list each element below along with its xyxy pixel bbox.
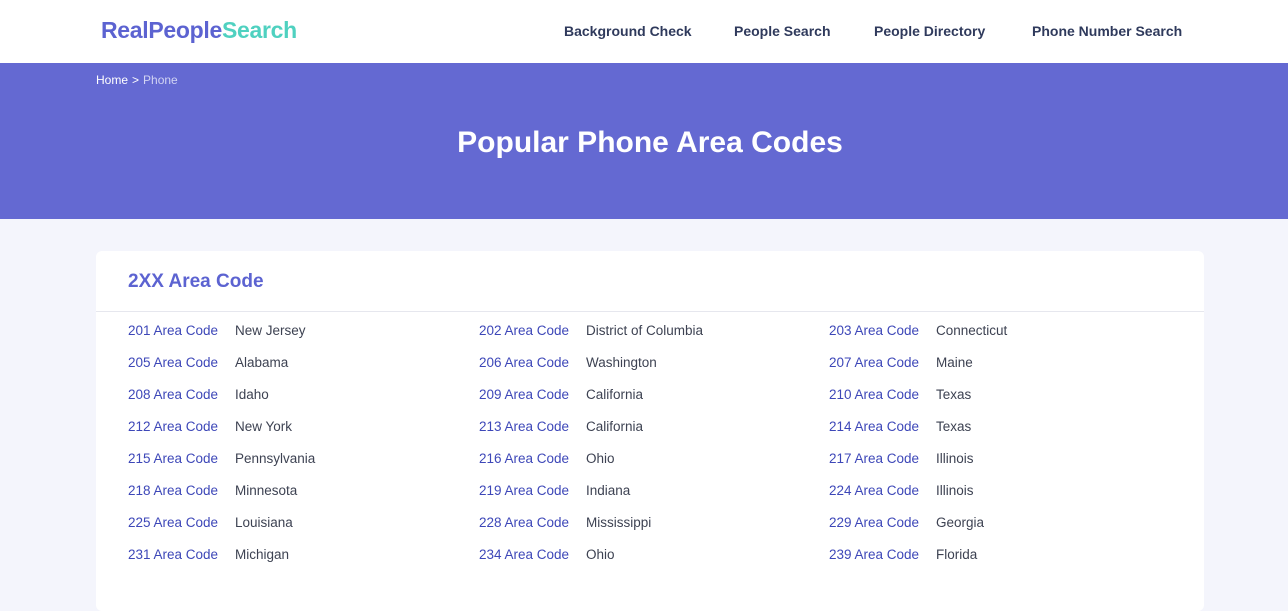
- area-code-state: Mississippi: [586, 515, 652, 530]
- area-code-entry: 203 Area Code Connecticut: [829, 320, 1007, 342]
- area-code-entry: 225 Area Code Louisiana: [128, 512, 293, 534]
- section-header: 2XX Area Code: [96, 251, 1204, 312]
- area-code-entry: 206 Area Code Washington: [479, 352, 657, 374]
- area-code-state: Texas: [936, 387, 972, 402]
- area-code-link[interactable]: 229 Area Code: [829, 515, 919, 530]
- area-code-section-card: 2XX Area Code 201 Area Code New Jersey 202…: [96, 251, 1204, 611]
- breadcrumb-home-link[interactable]: Home: [96, 73, 128, 87]
- area-code-entry: 213 Area Code California: [479, 416, 643, 438]
- logo-text-accent: Search: [222, 17, 297, 43]
- area-code-state: Ohio: [586, 451, 615, 466]
- area-code-entry: 205 Area Code Alabama: [128, 352, 288, 374]
- area-code-entry: 228 Area Code Mississippi: [479, 512, 651, 534]
- nav-background-check[interactable]: Background Check: [564, 21, 692, 41]
- page-title: Popular Phone Area Codes: [457, 126, 843, 159]
- area-code-state: Ohio: [586, 547, 615, 562]
- area-code-link[interactable]: 207 Area Code: [829, 355, 919, 370]
- area-code-link[interactable]: 224 Area Code: [829, 483, 919, 498]
- area-code-link[interactable]: 206 Area Code: [479, 355, 569, 370]
- area-code-link[interactable]: 209 Area Code: [479, 387, 569, 402]
- area-code-state: Minnesota: [235, 483, 298, 498]
- area-code-entry: 214 Area Code Texas: [829, 416, 971, 438]
- area-code-state: Louisiana: [235, 515, 293, 530]
- area-code-entry: 217 Area Code Illinois: [829, 448, 974, 470]
- area-code-link[interactable]: 225 Area Code: [128, 515, 218, 530]
- area-code-entry: 224 Area Code Illinois: [829, 480, 974, 502]
- area-code-link[interactable]: 215 Area Code: [128, 451, 218, 466]
- area-code-link[interactable]: 201 Area Code: [128, 323, 218, 338]
- nav-people-search[interactable]: People Search: [734, 21, 831, 41]
- area-code-entry: 212 Area Code New York: [128, 416, 292, 438]
- area-code-entry: 208 Area Code Idaho: [128, 384, 269, 406]
- breadcrumb: Home > Phone: [96, 72, 178, 88]
- nav-phone-number-search[interactable]: Phone Number Search: [1032, 21, 1182, 41]
- area-code-entry: 231 Area Code Michigan: [128, 544, 289, 566]
- section-title: 2XX Area Code: [128, 271, 264, 292]
- area-code-entry: 215 Area Code Pennsylvania: [128, 448, 315, 470]
- area-code-entry: 218 Area Code Minnesota: [128, 480, 297, 502]
- breadcrumb-current: Phone: [143, 73, 178, 87]
- area-code-link[interactable]: 213 Area Code: [479, 419, 569, 434]
- area-code-state: New Jersey: [235, 323, 306, 338]
- area-code-entry: 219 Area Code Indiana: [479, 480, 630, 502]
- area-code-state: Washington: [586, 355, 657, 370]
- area-code-entry: 207 Area Code Maine: [829, 352, 973, 374]
- area-code-link[interactable]: 218 Area Code: [128, 483, 218, 498]
- area-code-entry: 216 Area Code Ohio: [479, 448, 615, 470]
- area-code-state: Texas: [936, 419, 972, 434]
- area-code-entry: 229 Area Code Georgia: [829, 512, 984, 534]
- area-code-state: California: [586, 419, 644, 434]
- area-code-link[interactable]: 239 Area Code: [829, 547, 919, 562]
- logo-text-primary: RealPeople: [101, 17, 222, 43]
- area-code-entry: 210 Area Code Texas: [829, 384, 971, 406]
- area-code-state: Maine: [936, 355, 973, 370]
- area-code-link[interactable]: 217 Area Code: [829, 451, 919, 466]
- area-code-state: Michigan: [235, 547, 290, 562]
- area-code-state: Georgia: [936, 515, 985, 530]
- area-code-link[interactable]: 214 Area Code: [829, 419, 919, 434]
- nav-people-directory[interactable]: People Directory: [874, 21, 985, 41]
- site-logo[interactable]: RealPeopleSearch: [101, 15, 297, 45]
- area-code-link[interactable]: 212 Area Code: [128, 419, 218, 434]
- area-code-state: Indiana: [586, 483, 631, 498]
- area-code-state: District of Columbia: [586, 323, 704, 338]
- area-code-entry: 201 Area Code New Jersey: [128, 320, 306, 342]
- area-code-state: New York: [235, 419, 293, 434]
- area-code-link[interactable]: 228 Area Code: [479, 515, 569, 530]
- area-code-entry: 239 Area Code Florida: [829, 544, 977, 566]
- area-code-link[interactable]: 210 Area Code: [829, 387, 919, 402]
- area-code-state: Connecticut: [936, 323, 1008, 338]
- area-code-link[interactable]: 203 Area Code: [829, 323, 919, 338]
- area-code-state: California: [586, 387, 644, 402]
- area-code-state: Idaho: [235, 387, 269, 402]
- area-code-state: Florida: [936, 547, 978, 562]
- area-code-entry: 202 Area Code District of Columbia: [479, 320, 703, 342]
- area-code-link[interactable]: 234 Area Code: [479, 547, 569, 562]
- area-code-link[interactable]: 205 Area Code: [128, 355, 218, 370]
- area-code-link[interactable]: 231 Area Code: [128, 547, 218, 562]
- area-code-link[interactable]: 216 Area Code: [479, 451, 569, 466]
- area-code-entry: 209 Area Code California: [479, 384, 643, 406]
- area-code-state: Pennsylvania: [235, 451, 316, 466]
- area-code-link[interactable]: 202 Area Code: [479, 323, 569, 338]
- area-code-state: Illinois: [936, 483, 974, 498]
- hero-banner: Home > Phone Popular Phone Area Codes: [0, 63, 1288, 219]
- area-code-link[interactable]: 208 Area Code: [128, 387, 218, 402]
- area-code-entry: 234 Area Code Ohio: [479, 544, 615, 566]
- area-code-link[interactable]: 219 Area Code: [479, 483, 569, 498]
- top-navigation-bar: RealPeopleSearch Background Check People…: [0, 0, 1288, 63]
- breadcrumb-separator: >: [132, 73, 140, 87]
- area-code-state: Illinois: [936, 451, 974, 466]
- area-code-state: Alabama: [235, 355, 289, 370]
